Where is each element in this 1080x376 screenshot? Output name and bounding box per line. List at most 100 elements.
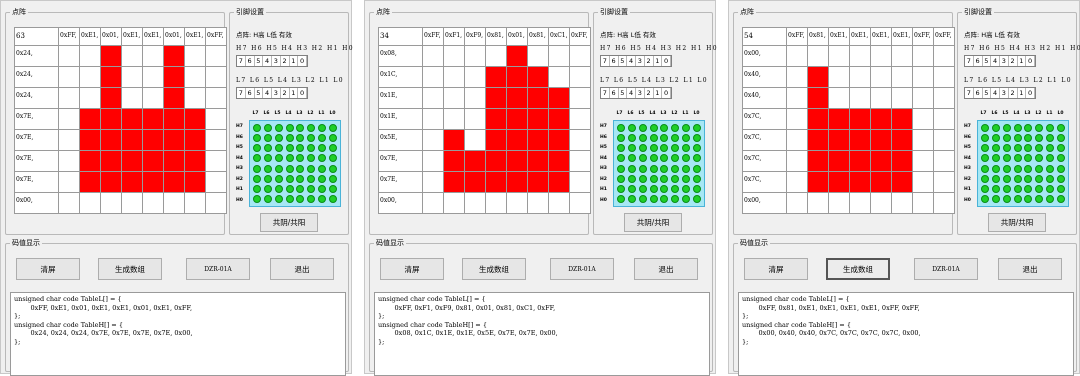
dot-cell-on[interactable] — [506, 171, 528, 193]
dot-cell-off[interactable] — [184, 66, 206, 88]
dot-cell-on[interactable] — [849, 171, 871, 193]
l-pin-input[interactable]: 76543210 — [236, 87, 308, 99]
dot-cell-off[interactable] — [849, 192, 871, 214]
dot-cell-off[interactable] — [933, 66, 955, 88]
dot-cell-on[interactable] — [163, 108, 185, 130]
clear-button[interactable]: 清屏 — [744, 258, 808, 280]
dot-cell-off[interactable] — [569, 87, 591, 109]
dot-cell-on[interactable] — [485, 66, 507, 88]
dot-cell-on[interactable] — [527, 108, 549, 130]
dot-cell-on[interactable] — [828, 171, 850, 193]
dot-cell-off[interactable] — [422, 87, 444, 109]
dot-cell-off[interactable] — [205, 129, 227, 151]
dot-cell-on[interactable] — [485, 129, 507, 151]
mode-button[interactable]: 共阴/共阳 — [260, 213, 318, 232]
exit-button[interactable]: 退出 — [634, 258, 698, 280]
dot-cell-off[interactable] — [422, 150, 444, 172]
dot-cell-on[interactable] — [506, 108, 528, 130]
dot-cell-off[interactable] — [786, 171, 808, 193]
dot-cell-off[interactable] — [205, 108, 227, 130]
dot-cell-off[interactable] — [506, 192, 528, 214]
dot-cell-off[interactable] — [464, 108, 486, 130]
dot-cell-off[interactable] — [121, 87, 143, 109]
dot-cell-off[interactable] — [569, 171, 591, 193]
dot-cell-off[interactable] — [184, 45, 206, 67]
dot-cell-on[interactable] — [891, 171, 913, 193]
mode-button[interactable]: 共阴/共阳 — [988, 213, 1046, 232]
dot-cell-off[interactable] — [422, 108, 444, 130]
dot-cell-off[interactable] — [912, 171, 934, 193]
dot-cell-on[interactable] — [870, 129, 892, 151]
dot-cell-on[interactable] — [100, 171, 122, 193]
code-output[interactable]: unsigned char code TableL[] = { 0xFF, 0x… — [10, 292, 346, 376]
dot-cell-off[interactable] — [828, 66, 850, 88]
dot-cell-off[interactable] — [933, 171, 955, 193]
dot-cell-off[interactable] — [485, 45, 507, 67]
dot-cell-on[interactable] — [849, 150, 871, 172]
dot-cell-on[interactable] — [79, 150, 101, 172]
dot-cell-off[interactable] — [912, 45, 934, 67]
dot-cell-off[interactable] — [58, 66, 80, 88]
dot-cell-off[interactable] — [464, 87, 486, 109]
dot-cell-off[interactable] — [786, 45, 808, 67]
dot-cell-off[interactable] — [786, 150, 808, 172]
dot-cell-off[interactable] — [205, 150, 227, 172]
dot-cell-off[interactable] — [79, 66, 101, 88]
dot-cell-off[interactable] — [443, 87, 465, 109]
dot-cell-off[interactable] — [807, 192, 829, 214]
dot-cell-off[interactable] — [422, 45, 444, 67]
dot-cell-on[interactable] — [443, 150, 465, 172]
dot-cell-off[interactable] — [205, 66, 227, 88]
dot-cell-off[interactable] — [786, 192, 808, 214]
generate-array-button[interactable]: 生成数组 — [826, 258, 890, 280]
code-output[interactable]: unsigned char code TableL[] = { 0xFF, 0x… — [374, 292, 710, 376]
dot-cell-off[interactable] — [205, 171, 227, 193]
dot-cell-on[interactable] — [506, 87, 528, 109]
dot-cell-off[interactable] — [58, 171, 80, 193]
dot-cell-on[interactable] — [100, 150, 122, 172]
dot-cell-on[interactable] — [79, 129, 101, 151]
exit-button[interactable]: 退出 — [998, 258, 1062, 280]
dot-cell-on[interactable] — [506, 150, 528, 172]
dot-cell-on[interactable] — [443, 171, 465, 193]
dot-cell-on[interactable] — [527, 87, 549, 109]
mode-button[interactable]: 共阴/共阳 — [624, 213, 682, 232]
dot-cell-off[interactable] — [58, 87, 80, 109]
dot-cell-off[interactable] — [849, 87, 871, 109]
dot-cell-on[interactable] — [121, 129, 143, 151]
l-pin-input[interactable]: 76543210 — [600, 87, 672, 99]
dot-cell-off[interactable] — [849, 45, 871, 67]
dot-cell-on[interactable] — [485, 87, 507, 109]
dot-cell-off[interactable] — [569, 66, 591, 88]
dot-cell-on[interactable] — [807, 108, 829, 130]
dot-cell-off[interactable] — [569, 45, 591, 67]
dot-cell-off[interactable] — [828, 192, 850, 214]
dot-cell-on[interactable] — [870, 171, 892, 193]
dot-cell-on[interactable] — [163, 129, 185, 151]
dot-cell-off[interactable] — [569, 192, 591, 214]
dot-cell-on[interactable] — [807, 129, 829, 151]
dot-cell-on[interactable] — [849, 108, 871, 130]
dot-cell-off[interactable] — [786, 66, 808, 88]
dot-cell-on[interactable] — [828, 150, 850, 172]
generate-array-button[interactable]: 生成数组 — [98, 258, 162, 280]
dot-cell-off[interactable] — [58, 108, 80, 130]
dot-cell-off[interactable] — [184, 87, 206, 109]
dot-cell-on[interactable] — [849, 129, 871, 151]
dot-cell-off[interactable] — [79, 45, 101, 67]
dot-cell-on[interactable] — [807, 66, 829, 88]
dot-cell-off[interactable] — [933, 192, 955, 214]
dot-cell-on[interactable] — [807, 150, 829, 172]
dot-cell-off[interactable] — [163, 192, 185, 214]
exit-button[interactable]: 退出 — [270, 258, 334, 280]
dot-cell-on[interactable] — [443, 129, 465, 151]
dot-cell-on[interactable] — [485, 171, 507, 193]
dot-cell-off[interactable] — [569, 150, 591, 172]
dot-cell-off[interactable] — [912, 150, 934, 172]
clear-button[interactable]: 清屏 — [16, 258, 80, 280]
dot-cell-off[interactable] — [464, 192, 486, 214]
dot-cell-off[interactable] — [548, 192, 570, 214]
dot-cell-off[interactable] — [786, 108, 808, 130]
dot-cell-off[interactable] — [184, 192, 206, 214]
dot-cell-off[interactable] — [569, 129, 591, 151]
